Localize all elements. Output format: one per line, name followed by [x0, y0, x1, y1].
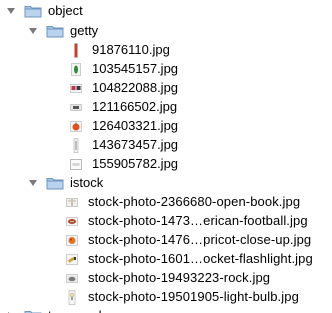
image-thumbnail-icon	[66, 273, 78, 283]
folder-icon	[46, 178, 64, 190]
disclosure-expanded-icon[interactable]	[6, 6, 16, 16]
folder-label: typography	[48, 305, 112, 313]
image-thumbnail-icon	[71, 62, 81, 76]
folder-icon	[24, 311, 42, 313]
image-thumbnail-icon	[74, 42, 78, 58]
image-thumbnail-icon	[66, 234, 78, 246]
image-thumbnail-icon	[70, 83, 82, 93]
folder-label: object	[48, 3, 83, 18]
image-thumbnail-icon	[70, 103, 82, 111]
image-thumbnail-icon	[70, 120, 82, 132]
tree-folder-typography[interactable]: typography	[0, 305, 332, 313]
image-thumbnail-icon	[66, 253, 78, 265]
disclosure-expanded-icon[interactable]	[28, 26, 38, 36]
image-thumbnail-icon	[70, 158, 82, 170]
image-thumbnail-icon	[68, 289, 76, 305]
file-tree: object getty 91876110.jpg 103545157.jpg	[0, 0, 332, 313]
image-thumbnail-icon	[73, 137, 79, 153]
image-thumbnail-icon	[66, 197, 78, 207]
folder-icon	[24, 6, 42, 18]
tree-folder-object[interactable]: object	[0, 0, 332, 22]
image-thumbnail-icon	[66, 216, 78, 226]
disclosure-expanded-icon[interactable]	[28, 178, 38, 188]
folder-icon	[46, 26, 64, 38]
